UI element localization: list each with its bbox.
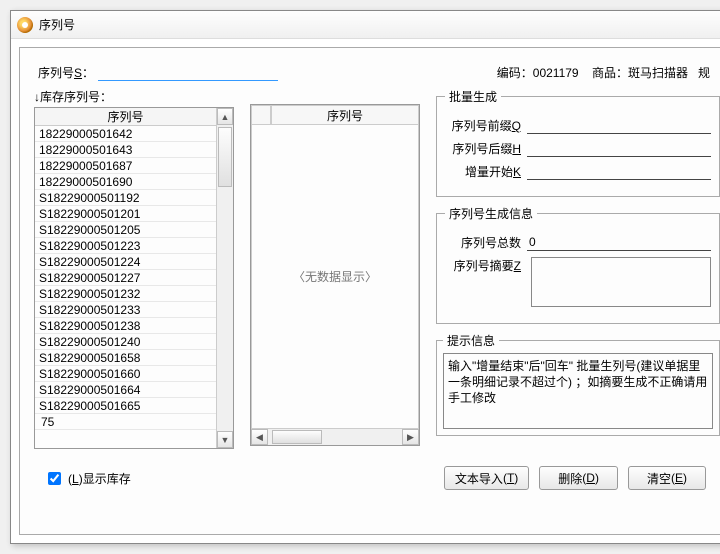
table-row[interactable]: S18229000501238 (35, 318, 216, 334)
hscroll-thumb[interactable] (272, 430, 322, 444)
table-row[interactable]: S18229000501224 (35, 254, 216, 270)
serial-info-legend: 序列号生成信息 (445, 205, 537, 222)
scroll-right-button[interactable]: ▶ (402, 429, 419, 445)
table-row[interactable]: 18229000501690 (35, 174, 216, 190)
table-row[interactable]: S18229000501664 (35, 382, 216, 398)
batch-generate-legend: 批量生成 (445, 88, 501, 105)
stock-serial-label: ↓库存序列号： (34, 88, 234, 107)
batch-generate-group: 批量生成 序列号前缀Q 序列号后缀H 增量开始K (436, 88, 720, 197)
table-row[interactable]: 18229000501642 (35, 126, 216, 142)
table-row[interactable]: S18229000501232 (35, 286, 216, 302)
table-row[interactable]: S18229000501201 (35, 206, 216, 222)
serial-list-panel: 序列号 〈无数据显示〉 ◀ ▶ (250, 88, 420, 458)
vertical-scrollbar[interactable]: ▲ ▼ (216, 108, 233, 448)
stock-serial-grid[interactable]: 序列号 182290005016421822900050164318229000… (34, 107, 234, 449)
table-row[interactable]: S18229000501223 (35, 238, 216, 254)
tips-legend: 提示信息 (443, 332, 499, 349)
header-info: 编码：0021179 商品：斑马扫描器 规 (497, 64, 710, 81)
right-panel: 批量生成 序列号前缀Q 序列号后缀H 增量开始K 序列号生成 (436, 88, 720, 458)
stock-serial-panel: ↓库存序列号： 序列号 1822900050164218229000501643… (34, 88, 234, 458)
serial-list-header: 序列号 (271, 105, 419, 125)
stock-grid-input-row[interactable] (35, 414, 216, 430)
dialog-content: 序列号S： 编码：0021179 商品：斑马扫描器 规 ↓库存序列号： 序列号 … (19, 47, 720, 535)
stock-grid-header: 序列号 (35, 108, 216, 126)
total-label: 序列号总数 (445, 234, 527, 251)
table-row[interactable]: S18229000501660 (35, 366, 216, 382)
tips-text: 输入"增量结束"后"回车" 批量生列号(建议单据里一条明细记录不超过个) ；如摘… (443, 353, 713, 429)
app-icon (17, 17, 33, 33)
scroll-down-button[interactable]: ▼ (217, 431, 233, 448)
window-title: 序列号 (39, 16, 75, 33)
serial-label: 序列号S： (38, 64, 94, 81)
start-input[interactable] (527, 163, 711, 180)
show-stock-checkbox-input[interactable] (48, 472, 61, 485)
table-row[interactable]: S18229000501192 (35, 190, 216, 206)
code-label: 编码： (497, 66, 533, 80)
tips-group: 提示信息 输入"增量结束"后"回车" 批量生列号(建议单据里一条明细记录不超过个… (436, 332, 720, 436)
table-row[interactable]: S18229000501240 (35, 334, 216, 350)
scroll-track[interactable] (217, 125, 233, 431)
scroll-left-button[interactable]: ◀ (251, 429, 268, 445)
table-row[interactable]: S18229000501658 (35, 350, 216, 366)
top-row: 序列号S： 编码：0021179 商品：斑马扫描器 规 (20, 48, 720, 88)
code-value: 0021179 (533, 66, 579, 80)
prefix-label: 序列号前缀Q (445, 117, 527, 134)
start-label: 增量开始K (445, 163, 527, 180)
table-row[interactable]: S18229000501233 (35, 302, 216, 318)
serial-list-rowheader (251, 105, 271, 125)
stock-grid-input[interactable] (39, 414, 216, 430)
summary-label: 序列号摘要Z (445, 257, 527, 274)
table-row[interactable]: S18229000501665 (35, 398, 216, 414)
prefix-input[interactable] (527, 117, 711, 134)
summary-textarea[interactable] (531, 257, 711, 307)
dialog-window: 序列号 序列号S： 编码：0021179 商品：斑马扫描器 规 ↓库存序列号： (10, 10, 720, 544)
show-stock-checkbox[interactable]: (L)显示库存 (44, 469, 131, 488)
product-value: 斑马扫描器 (628, 66, 688, 80)
horizontal-scrollbar[interactable]: ◀ ▶ (251, 428, 419, 445)
titlebar[interactable]: 序列号 (11, 11, 720, 39)
hscroll-track[interactable] (268, 429, 402, 445)
table-row[interactable]: 18229000501687 (35, 158, 216, 174)
serial-input[interactable] (98, 64, 278, 81)
table-row[interactable]: S18229000501227 (35, 270, 216, 286)
suffix-input[interactable] (527, 140, 711, 157)
clear-button[interactable]: 清空(E) (628, 466, 706, 490)
total-input[interactable] (527, 234, 711, 251)
serial-list-table[interactable]: 序列号 〈无数据显示〉 ◀ ▶ (250, 104, 420, 446)
text-import-button[interactable]: 文本导入(T) (444, 466, 529, 490)
show-stock-label: (L)显示库存 (68, 470, 131, 487)
bottom-bar: (L)显示库存 文本导入(T) 删除(D) 清空(E) (20, 458, 720, 490)
product-label: 商品： (592, 66, 628, 80)
serial-list-empty: 〈无数据显示〉 (251, 125, 419, 428)
scroll-up-button[interactable]: ▲ (217, 108, 233, 125)
spec-label: 规 (698, 66, 710, 80)
table-row[interactable]: S18229000501205 (35, 222, 216, 238)
serial-info-group: 序列号生成信息 序列号总数 序列号摘要Z (436, 205, 720, 324)
scroll-thumb[interactable] (218, 127, 232, 187)
delete-button[interactable]: 删除(D) (539, 466, 618, 490)
suffix-label: 序列号后缀H (445, 140, 527, 157)
table-row[interactable]: 18229000501643 (35, 142, 216, 158)
